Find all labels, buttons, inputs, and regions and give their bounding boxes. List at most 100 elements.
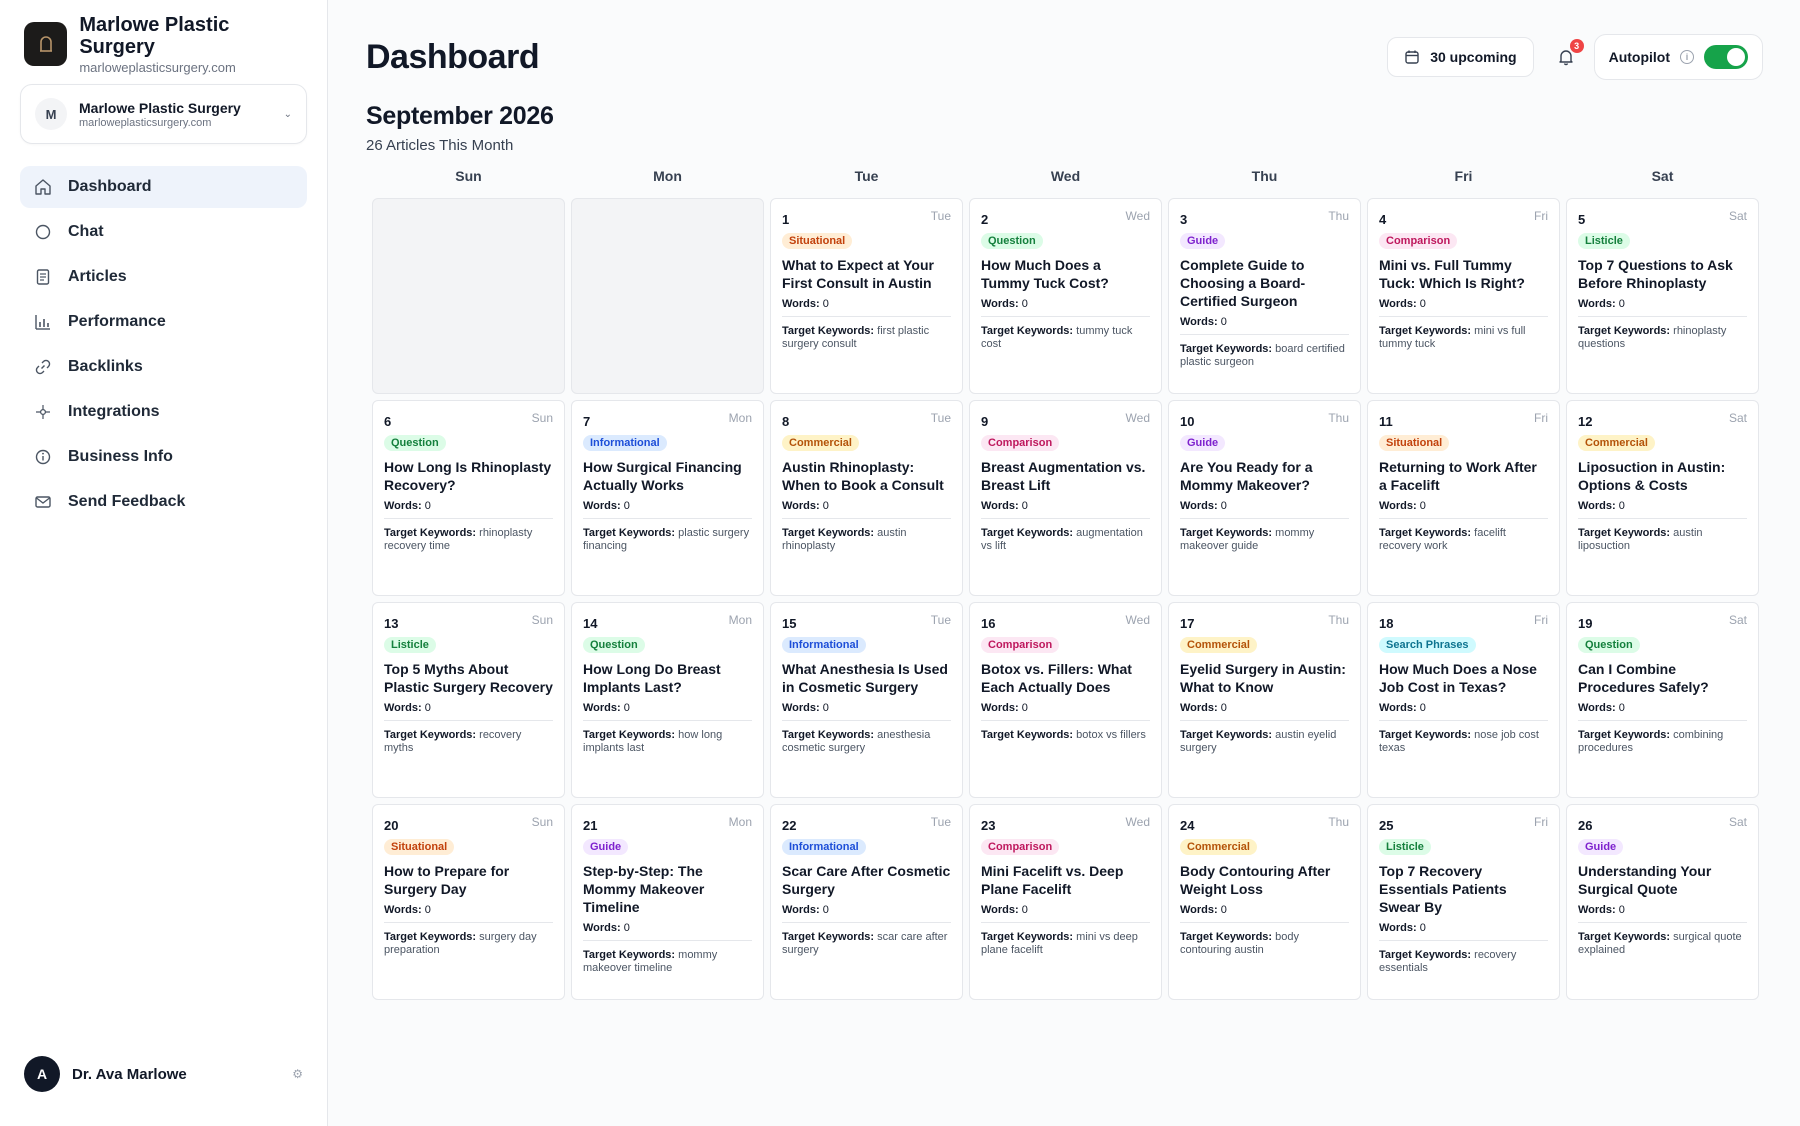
- site-selector[interactable]: M Marlowe Plastic Surgery marloweplastic…: [20, 84, 307, 144]
- article-title[interactable]: Mini Facelift vs. Deep Plane Facelift: [981, 862, 1150, 898]
- article-title[interactable]: Scar Care After Cosmetic Surgery: [782, 862, 951, 898]
- article-title[interactable]: How Surgical Financing Actually Works: [583, 458, 752, 494]
- sidebar-item-send-feedback[interactable]: Send Feedback: [20, 481, 307, 523]
- article-title[interactable]: How Long Do Breast Implants Last?: [583, 660, 752, 696]
- day-cell[interactable]: 26 Sat Guide Understanding Your Surgical Qu…: [1566, 804, 1759, 1000]
- article-title[interactable]: What Anesthesia Is Used in Cosmetic Surg…: [782, 660, 951, 696]
- article-title[interactable]: Top 7 Questions to Ask Before Rhinoplast…: [1578, 256, 1747, 292]
- article-title[interactable]: Complete Guide to Choosing a Board-Certi…: [1180, 256, 1349, 310]
- brand[interactable]: Marlowe Plastic Surgery marloweplasticsu…: [24, 14, 307, 75]
- article-target-keywords: Target Keywords: surgery day preparation: [384, 931, 553, 957]
- day-weekday: Sat: [1728, 411, 1747, 425]
- article-type-badge: Comparison: [1379, 233, 1458, 249]
- article-title[interactable]: Top 5 Myths About Plastic Surgery Recove…: [384, 660, 553, 696]
- day-cell[interactable]: 25 Fri Listicle Top 7 Recovery Essentials P…: [1367, 804, 1560, 1000]
- article-title[interactable]: Understanding Your Surgical Quote: [1578, 862, 1747, 898]
- day-cell[interactable]: 4 Fri Comparison Mini vs. Full Tummy Tuck: …: [1367, 198, 1560, 394]
- article-title[interactable]: Step-by-Step: The Mommy Makeover Timelin…: [583, 862, 752, 916]
- article-word-count: Words: 0: [981, 904, 1150, 923]
- autopilot-toggle[interactable]: [1704, 45, 1748, 69]
- notifications-button[interactable]: 3: [1552, 39, 1584, 71]
- day-number: 10: [1180, 414, 1195, 429]
- sidebar-item-integrations[interactable]: Integrations: [20, 391, 307, 433]
- day-cell[interactable]: 2 Wed Question How Much Does a Tummy Tuck C…: [969, 198, 1162, 394]
- day-weekday: Mon: [728, 815, 752, 829]
- sidebar-item-dashboard[interactable]: Dashboard: [20, 166, 307, 208]
- article-target-keywords: Target Keywords: rhinoplasty questions: [1578, 325, 1747, 351]
- words-label: Words:: [1578, 702, 1616, 714]
- article-title[interactable]: Are You Ready for a Mommy Makeover?: [1180, 458, 1349, 494]
- day-cell-header: 25 Fri: [1379, 815, 1548, 833]
- article-title[interactable]: How Long Is Rhinoplasty Recovery?: [384, 458, 553, 494]
- day-cell[interactable]: 19 Sat Question Can I Combine Procedures Sa…: [1566, 602, 1759, 798]
- mail-icon: [34, 493, 52, 511]
- day-number: 25: [1379, 818, 1394, 833]
- day-cell[interactable]: 21 Mon Guide Step-by-Step: The Mommy Makeov…: [571, 804, 764, 1000]
- day-cell-header: 15 Tue: [782, 613, 951, 631]
- words-label: Words:: [981, 904, 1019, 916]
- day-number: 7: [583, 414, 591, 429]
- words-value: 0: [1419, 922, 1426, 934]
- day-cell[interactable]: 13 Sun Listicle Top 5 Myths About Plastic S…: [372, 602, 565, 798]
- article-title[interactable]: Botox vs. Fillers: What Each Actually Do…: [981, 660, 1150, 696]
- article-title[interactable]: Breast Augmentation vs. Breast Lift: [981, 458, 1150, 494]
- day-cell[interactable]: 23 Wed Comparison Mini Facelift vs. Deep Pl…: [969, 804, 1162, 1000]
- words-label: Words:: [782, 298, 820, 310]
- day-weekday: Tue: [930, 411, 951, 425]
- article-word-count: Words: 0: [1379, 298, 1548, 317]
- day-cell-header: 24 Thu: [1180, 815, 1349, 833]
- sidebar-item-chat[interactable]: Chat: [20, 211, 307, 253]
- article-title[interactable]: Eyelid Surgery in Austin: What to Know: [1180, 660, 1349, 696]
- day-weekday: Sat: [1728, 613, 1747, 627]
- article-title[interactable]: Liposuction in Austin: Options & Costs: [1578, 458, 1747, 494]
- article-word-count: Words: 0: [981, 702, 1150, 721]
- article-title[interactable]: How Much Does a Tummy Tuck Cost?: [981, 256, 1150, 292]
- article-type-badge: Comparison: [981, 839, 1060, 855]
- article-title[interactable]: Can I Combine Procedures Safely?: [1578, 660, 1747, 696]
- upcoming-button[interactable]: 30 upcoming: [1387, 37, 1534, 77]
- day-cell[interactable]: 1 Tue Situational What to Expect at Your Fi…: [770, 198, 963, 394]
- article-title[interactable]: Returning to Work After a Facelift: [1379, 458, 1548, 494]
- article-title[interactable]: Body Contouring After Weight Loss: [1180, 862, 1349, 898]
- sidebar-item-articles[interactable]: Articles: [20, 256, 307, 298]
- day-cell[interactable]: 22 Tue Informational Scar Care After Cosmet…: [770, 804, 963, 1000]
- day-cell[interactable]: 15 Tue Informational What Anesthesia Is Use…: [770, 602, 963, 798]
- sparkle-icon: [34, 403, 52, 421]
- article-target-keywords: Target Keywords: combining procedures: [1578, 729, 1747, 755]
- info-icon[interactable]: i: [1680, 50, 1694, 64]
- day-cell[interactable]: 24 Thu Commercial Body Contouring After Wei…: [1168, 804, 1361, 1000]
- day-cell[interactable]: 8 Tue Commercial Austin Rhinoplasty: When t…: [770, 400, 963, 596]
- sidebar-item-backlinks[interactable]: Backlinks: [20, 346, 307, 388]
- day-cell[interactable]: 11 Fri Situational Returning to Work After …: [1367, 400, 1560, 596]
- article-word-count: Words: 0: [1379, 500, 1548, 519]
- article-type-badge: Listicle: [1379, 839, 1431, 855]
- article-title[interactable]: What to Expect at Your First Consult in …: [782, 256, 951, 292]
- article-title[interactable]: How to Prepare for Surgery Day: [384, 862, 553, 898]
- words-value: 0: [1618, 702, 1625, 714]
- keywords-label: Target Keywords:: [782, 931, 875, 943]
- day-cell[interactable]: 5 Sat Listicle Top 7 Questions to Ask Befor…: [1566, 198, 1759, 394]
- day-cell[interactable]: 6 Sun Question How Long Is Rhinoplasty Reco…: [372, 400, 565, 596]
- door-icon: [39, 36, 52, 52]
- day-cell[interactable]: 7 Mon Informational How Surgical Financing …: [571, 400, 764, 596]
- day-cell[interactable]: 14 Mon Question How Long Do Breast Implants…: [571, 602, 764, 798]
- day-cell[interactable]: 9 Wed Comparison Breast Augmentation vs. Br…: [969, 400, 1162, 596]
- gear-icon[interactable]: ⚙: [292, 1067, 303, 1081]
- user-profile[interactable]: A Dr. Ava Marlowe ⚙: [24, 1056, 303, 1092]
- day-cell[interactable]: 17 Thu Commercial Eyelid Surgery in Austin:…: [1168, 602, 1361, 798]
- day-cell[interactable]: 20 Sun Situational How to Prepare for Surge…: [372, 804, 565, 1000]
- article-title[interactable]: How Much Does a Nose Job Cost in Texas?: [1379, 660, 1548, 696]
- day-cell[interactable]: 12 Sat Commercial Liposuction in Austin: Op…: [1566, 400, 1759, 596]
- words-value: 0: [1021, 298, 1028, 310]
- article-title[interactable]: Mini vs. Full Tummy Tuck: Which Is Right…: [1379, 256, 1548, 292]
- sidebar-item-performance[interactable]: Performance: [20, 301, 307, 343]
- day-cell[interactable]: 10 Thu Guide Are You Ready for a Mommy Make…: [1168, 400, 1361, 596]
- day-cell[interactable]: 3 Thu Guide Complete Guide to Choosing a Bo…: [1168, 198, 1361, 394]
- article-title[interactable]: Top 7 Recovery Essentials Patients Swear…: [1379, 862, 1548, 916]
- day-cell[interactable]: 18 Fri Search Phrases How Much Does a Nose …: [1367, 602, 1560, 798]
- day-cell[interactable]: 16 Wed Comparison Botox vs. Fillers: What E…: [969, 602, 1162, 798]
- article-word-count: Words: 0: [1578, 702, 1747, 721]
- words-value: 0: [1021, 904, 1028, 916]
- article-title[interactable]: Austin Rhinoplasty: When to Book a Consu…: [782, 458, 951, 494]
- sidebar-item-business-info[interactable]: Business Info: [20, 436, 307, 478]
